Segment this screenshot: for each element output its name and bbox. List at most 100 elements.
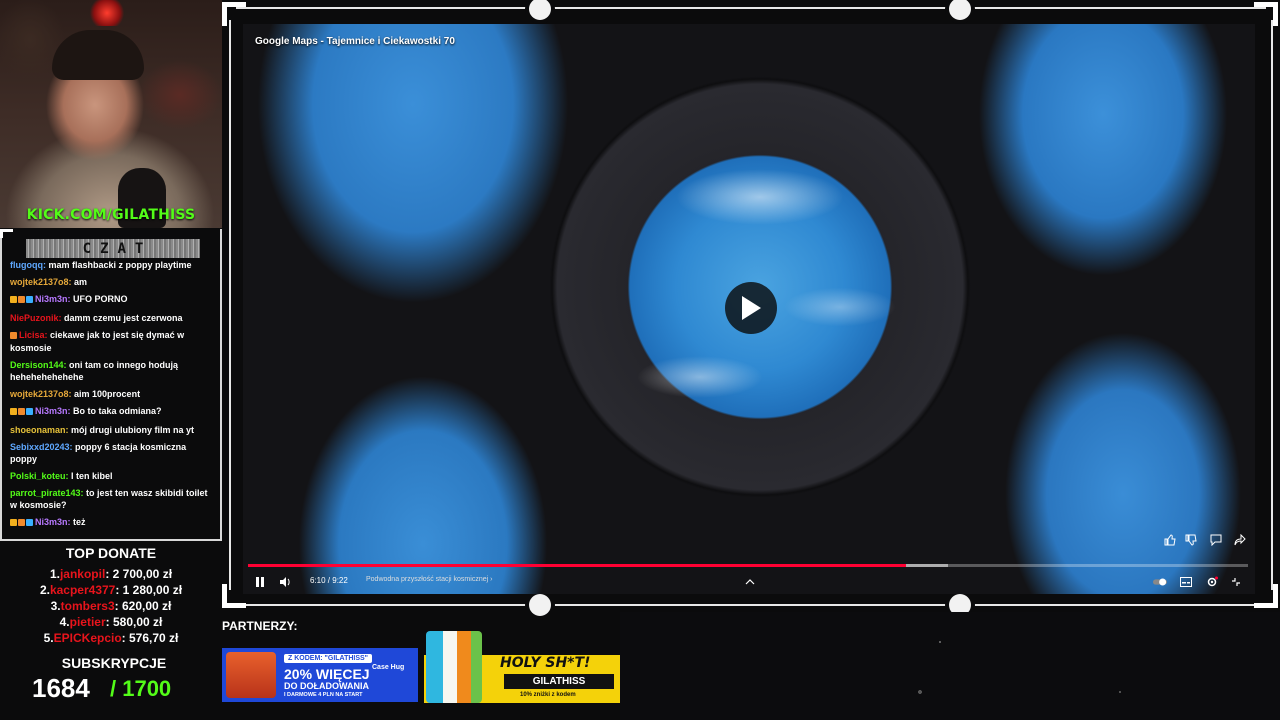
chat-message: Licisa: ciekawe jak to jest się dymać w … — [10, 329, 215, 354]
like-icon[interactable] — [1164, 534, 1176, 546]
kick-channel-url: KICK.COM/GILATHISS — [26, 207, 196, 223]
gear-icon — [1207, 576, 1218, 587]
badge-icon — [18, 519, 25, 527]
donate-amount: : 576,70 zł — [121, 631, 179, 645]
chat-text: Bo to taka odmiana? — [70, 406, 162, 417]
donate-row: 4.pietier: 580,00 zł — [0, 614, 222, 630]
donate-rank: 4. — [59, 615, 70, 629]
volume-icon — [280, 577, 290, 587]
chat-badges — [10, 330, 18, 342]
donate-name: EPICKepcio — [53, 631, 122, 645]
frame-bottom-line — [236, 604, 1266, 606]
volume-button[interactable] — [279, 575, 293, 589]
progress-bar[interactable] — [248, 564, 1248, 567]
frame-globe-icon — [525, 590, 555, 620]
dislike-icon[interactable] — [1185, 534, 1197, 546]
donate-amount: : 2 700,00 zł — [105, 567, 173, 581]
donate-rank: 2. — [39, 583, 50, 597]
chat-badges — [10, 517, 34, 529]
chat-panel: CZAT flugoqq: mam flashbacki z poppy pla… — [0, 229, 222, 541]
chat-username[interactable]: Sebixxd20243: — [10, 442, 73, 452]
streamer-hair — [52, 30, 144, 80]
progress-buffered — [906, 564, 948, 567]
chat-username[interactable]: NiePuzonik: — [10, 313, 62, 323]
video-player[interactable]: Google Maps - Tajemnice i Ciekawostki 70… — [243, 24, 1255, 594]
frame-logo-icon — [525, 0, 555, 24]
chat-message: NiePuzonik: damm czemu jest czerwona — [10, 312, 215, 324]
subtitles-icon — [1180, 577, 1192, 587]
banner1-subline: DO DOŁADOWANIA — [284, 681, 369, 691]
drink-cans-image — [426, 631, 482, 703]
badge-icon — [10, 519, 17, 527]
chat-username[interactable]: flugoqq: — [10, 260, 46, 270]
chat-username[interactable]: Ni3m3n: — [35, 406, 71, 416]
chat-title: CZAT — [82, 240, 153, 257]
donate-rank: 1. — [49, 567, 60, 581]
subtitles-button[interactable] — [1179, 575, 1193, 589]
partner-banner-casehug[interactable]: Z KODEM: "GILATHISS" Case Hug 20% WIĘCEJ… — [222, 648, 418, 702]
exit-fullscreen-button[interactable] — [1229, 575, 1243, 589]
badge-icon — [26, 296, 33, 304]
settings-button[interactable] — [1205, 575, 1219, 589]
pause-button[interactable] — [253, 575, 267, 589]
chat-text: mam flashbacki z poppy playtime — [45, 260, 192, 270]
chat-username[interactable]: parrot_pirate143: — [10, 488, 84, 498]
frame-right-line — [1271, 20, 1273, 590]
play-button[interactable] — [725, 282, 777, 334]
subscriptions-goal: / 1700 — [110, 676, 172, 701]
autoplay-toggle[interactable] — [1153, 575, 1167, 589]
chat-message: Dersison144: oni tam co innego hodują he… — [10, 359, 215, 383]
banner2-code: GILATHISS — [504, 674, 614, 689]
banner1-headline: 20% WIĘCEJ — [284, 666, 370, 682]
chat-username[interactable]: Ni3m3n: — [35, 294, 71, 304]
banner1-brand: Case Hug — [372, 664, 405, 671]
donate-name: kacper4377 — [49, 583, 116, 597]
chat-message: Ni3m3n: Bo to taka odmiana? — [10, 405, 215, 418]
chat-username[interactable]: Ni3m3n: — [35, 517, 71, 527]
partners-label: PARTNERZY: — [222, 619, 298, 633]
progress-played — [248, 564, 906, 567]
donate-amount: : 580,00 zł — [105, 615, 163, 629]
subscriptions-label: SUBSKRYPCJE — [61, 655, 167, 671]
chat-username[interactable]: wojtek2137o8: — [10, 277, 72, 287]
top-donate-title: TOP DONATE — [65, 545, 157, 561]
share-icon[interactable] — [1234, 534, 1246, 546]
chat-message: wojtek2137o8: am — [10, 276, 215, 288]
expand-button[interactable] — [743, 575, 757, 589]
badge-icon — [26, 519, 33, 527]
video-side-actions — [1158, 532, 1248, 550]
comment-icon[interactable] — [1210, 534, 1222, 546]
chat-message: wojtek2137o8: aim 100procent — [10, 388, 215, 400]
partner-banner-holyshit[interactable]: HOLY SH*T! GILATHISS 10% zniżki z kodem — [424, 631, 622, 703]
chat-username[interactable]: shoeonaman: — [10, 425, 69, 435]
space-background — [620, 612, 1280, 720]
player-controls: 6:10 / 9:22 Podwodna przyszłość stacji k… — [243, 570, 1255, 594]
video-time: 6:10 / 9:22 — [310, 576, 348, 585]
chat-username[interactable]: Dersison144: — [10, 360, 67, 370]
banner1-code: Z KODEM: "GILATHISS" — [284, 654, 373, 663]
donate-amount: : 620,00 zł — [114, 599, 172, 613]
chat-username[interactable]: Licisa: — [19, 330, 48, 340]
donate-rank: 5. — [43, 631, 54, 645]
donate-name: tombers3 — [60, 599, 115, 613]
badge-icon — [18, 408, 25, 416]
chat-username[interactable]: Polski_koteu: — [10, 471, 69, 481]
chat-username[interactable]: wojtek2137o8: — [10, 389, 72, 399]
frame-corner-bottom-right — [1254, 584, 1278, 608]
chat-message: shoeonaman: mój drugi ulubiony film na y… — [10, 424, 215, 436]
frame-left-line — [229, 20, 231, 590]
chevron-right-icon: › — [490, 576, 493, 583]
chapter-label: Podwodna przyszłość stacji kosmicznej — [366, 576, 489, 583]
banner2-headline: HOLY SH*T! — [500, 655, 591, 671]
chevron-up-icon — [745, 579, 755, 585]
chapter-title[interactable]: Podwodna przyszłość stacji kosmicznej › — [366, 576, 492, 583]
background-lamp — [90, 0, 124, 26]
chat-badges — [10, 406, 34, 418]
donate-row: 1.jankopil: 2 700,00 zł — [0, 566, 222, 582]
badge-icon — [10, 331, 17, 339]
banner1-tiny: I DARMOWE 4 PLN NA START — [284, 692, 363, 698]
chat-message: Ni3m3n: UFO PORNO — [10, 293, 215, 306]
frame-corner-top-right — [1254, 2, 1278, 26]
chat-text: UFO PORNO — [70, 294, 128, 305]
video-title[interactable]: Google Maps - Tajemnice i Ciekawostki 70 — [255, 36, 455, 47]
